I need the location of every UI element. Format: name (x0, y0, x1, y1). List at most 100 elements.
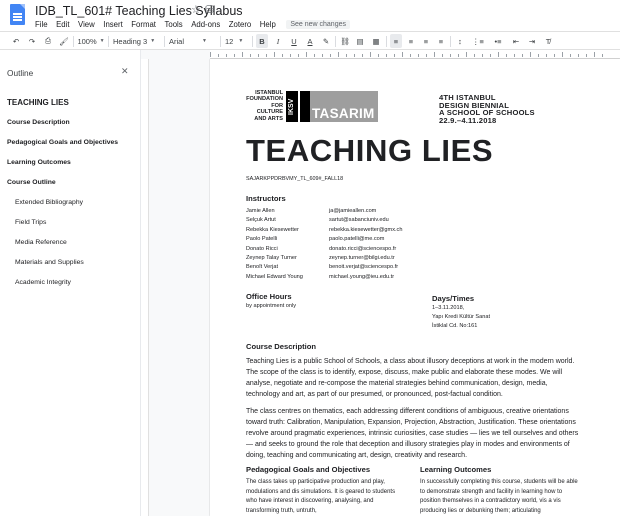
instructor-email[interactable]: benoit.verjat@sciencespo.fr (329, 264, 398, 270)
docs-logo-icon[interactable] (10, 4, 25, 25)
outline-item[interactable]: Learning Outcomes (7, 159, 71, 166)
vertical-ruler[interactable] (141, 59, 149, 516)
menu-bar: File Edit View Insert Format Tools Add-o… (35, 17, 350, 31)
outline-item[interactable]: Academic Integrity (15, 279, 71, 286)
document-page[interactable]: ISTANBUL FOUNDATION FOR CULTURE AND ARTS… (210, 59, 620, 516)
line-spacing-icon[interactable]: ↕ (454, 34, 466, 48)
see-new-changes-button[interactable]: See new changes (286, 19, 350, 29)
text-color-button[interactable]: A (304, 34, 316, 48)
bold-button[interactable]: B (256, 34, 268, 48)
days-times-heading: Days/Times (432, 294, 475, 303)
course-description-paragraph: Teaching Lies is a public School of Scho… (246, 358, 575, 398)
toolbar-divider (386, 36, 387, 47)
close-icon[interactable]: ✕ (121, 66, 129, 77)
ruler-tick (338, 52, 339, 57)
zoom-value: 100% (77, 36, 97, 46)
ruler-tick (274, 52, 275, 57)
ruler-tick (546, 54, 547, 57)
days-times-line: İstiklal Cd. No:161 (432, 323, 478, 330)
chevron-down-icon: ▼ (150, 38, 156, 44)
comment-icon[interactable]: ▤ (354, 34, 366, 48)
menu-format[interactable]: Format (131, 20, 156, 29)
outline-item[interactable]: Course Description (7, 119, 70, 126)
goals-heading: Pedagogical Goals and Objectives (246, 465, 371, 474)
outline-item[interactable]: Media Reference (15, 239, 67, 246)
ruler-tick (234, 54, 235, 57)
zoom-select[interactable]: 100% ▼ (77, 34, 105, 48)
highlight-icon[interactable]: ✎ (320, 34, 332, 48)
link-icon[interactable]: ⛓ (339, 34, 351, 48)
image-icon[interactable]: ▦ (369, 34, 383, 48)
ruler-tick (250, 54, 251, 57)
italic-button[interactable]: I (272, 34, 284, 48)
align-left-icon[interactable]: ≡ (390, 34, 402, 48)
ruler-tick (482, 54, 483, 57)
instructor-email[interactable]: sartut@sabanciuniv.edu (329, 217, 389, 223)
print-icon[interactable]: ⎙ (42, 34, 54, 48)
decrease-indent-icon[interactable]: ⇤ (510, 34, 522, 48)
justify-icon[interactable]: ≡ (435, 34, 447, 48)
ruler-tick (562, 52, 563, 57)
ruler-tick (538, 54, 539, 57)
ruler-tick (362, 54, 363, 57)
outline-item[interactable]: Materials and Supplies (15, 259, 84, 266)
increase-indent-icon[interactable]: ⇥ (526, 34, 538, 48)
instructor-email[interactable]: michael.young@ieu.edu.tr (329, 274, 394, 280)
ruler-tick (346, 54, 347, 57)
instructor-email[interactable]: zeynep.turner@bilgi.edu.tr (329, 255, 395, 261)
clear-formatting-icon[interactable]: T̸ (542, 34, 554, 48)
ruler-tick (370, 52, 371, 57)
outline-item[interactable]: Course Outline (7, 179, 56, 186)
instructor-email[interactable]: rebekka.kiesewetter@gmx.ch (329, 227, 402, 233)
learning-outcomes-paragraph: In successfully completing this course, … (420, 479, 578, 514)
paragraph-style-select[interactable]: Heading 3 ▼ (113, 34, 161, 48)
instructor-email[interactable]: donato.ricci@sciencespo.fr (329, 246, 396, 252)
learning-outcomes-heading: Learning Outcomes (420, 465, 492, 474)
menu-insert[interactable]: Insert (103, 20, 123, 29)
star-icon[interactable]: ☆ (191, 3, 201, 16)
instructor-name: Jamie Allen (246, 208, 275, 214)
bulleted-list-icon[interactable]: •≡ (490, 34, 506, 48)
horizontal-ruler[interactable] (210, 50, 620, 59)
instructor-email[interactable]: paolo.patelli@me.com (329, 236, 384, 242)
move-to-folder-icon[interactable]: ⛁ (205, 3, 214, 16)
ruler-tick (210, 52, 211, 57)
menu-zotero[interactable]: Zotero (229, 20, 252, 29)
underline-button[interactable]: U (288, 34, 300, 48)
office-hours-heading: Office Hours (246, 292, 292, 301)
align-right-icon[interactable]: ≡ (420, 34, 432, 48)
instructor-name: Selçuk Artut (246, 217, 276, 224)
undo-icon[interactable]: ↶ (10, 34, 22, 48)
outline-item[interactable]: TEACHING LIES (7, 98, 69, 107)
instructor-name: Benoît Verjat (246, 264, 279, 271)
ruler-tick (594, 52, 595, 57)
instructor-email[interactable]: ja@jamieallen.com (329, 208, 376, 214)
align-center-icon[interactable]: ≡ (405, 34, 417, 48)
menu-help[interactable]: Help (260, 20, 276, 29)
menu-view[interactable]: View (78, 20, 95, 29)
goals-paragraph: The class takes up participative product… (246, 479, 396, 514)
days-times-line: Yapı Kredi Kültür Sanat (432, 314, 491, 321)
redo-icon[interactable]: ↷ (26, 34, 38, 48)
ruler-tick (378, 54, 379, 57)
ruler-tick (266, 54, 267, 57)
ruler-tick (290, 54, 291, 57)
menu-tools[interactable]: Tools (164, 20, 182, 29)
toolbar-divider (220, 36, 221, 47)
outline-item[interactable]: Pedagogical Goals and Objectives (7, 139, 118, 146)
menu-edit[interactable]: Edit (56, 20, 69, 29)
chevron-down-icon: ▼ (99, 38, 105, 44)
paint-format-icon[interactable]: 🖌 (58, 34, 70, 48)
ruler-tick (226, 54, 227, 57)
ruler-tick (410, 54, 411, 57)
menu-add-ons[interactable]: Add-ons (191, 20, 220, 29)
font-size-select[interactable]: 12 ▼ (225, 34, 249, 48)
ruler-tick (586, 54, 587, 57)
outline-item[interactable]: Extended Bibliography (15, 199, 83, 206)
instructor-name: Rebekka Kiesewetter (246, 226, 299, 233)
menu-file[interactable]: File (35, 20, 48, 29)
logo-tasarim-box: TASARIM (300, 91, 378, 122)
outline-item[interactable]: Field Trips (15, 219, 46, 226)
numbered-list-icon[interactable]: ⋮≡ (470, 34, 486, 48)
font-select[interactable]: Arial ▼ (169, 34, 217, 48)
